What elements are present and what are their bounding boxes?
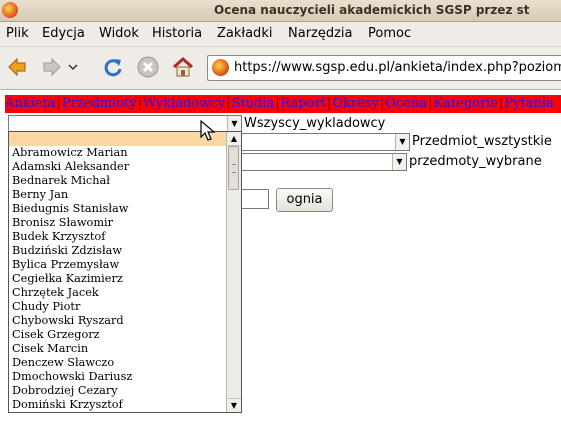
menu-widok[interactable]: Widok — [99, 26, 139, 41]
nav-ocena[interactable]: Ocena — [385, 96, 427, 111]
dropdown-option[interactable]: Bronisz Sławomir — [9, 216, 227, 230]
submit-button[interactable]: ognia — [276, 188, 333, 212]
nav-separator: | — [499, 96, 504, 111]
dropdown-option[interactable]: Cisek Grzegorz — [9, 328, 227, 342]
text-input[interactable] — [238, 189, 269, 209]
scroll-down-icon[interactable]: ▼ — [227, 398, 241, 412]
subjects-selected-select[interactable]: ▼ — [240, 153, 407, 171]
nav-separator: | — [275, 96, 280, 111]
url-bar[interactable] — [207, 55, 561, 81]
forward-arrow-icon[interactable] — [37, 52, 67, 82]
lecturer-dropdown-list[interactable]: Abramowicz Marian Adamski Aleksander Bed… — [8, 131, 242, 413]
dropdown-option[interactable]: Chudy Piotr — [9, 300, 227, 314]
nav-raport[interactable]: Raport — [281, 96, 326, 111]
nav-kategorie[interactable]: Kategorie — [433, 96, 498, 111]
dropdown-option[interactable]: Biedugnis Stanisław — [9, 202, 227, 216]
dropdown-option[interactable]: Berny Jan — [9, 188, 227, 202]
dropdown-option[interactable]: Cegiełka Kazimierz — [9, 272, 227, 286]
back-arrow-icon[interactable] — [2, 52, 32, 82]
menu-plik[interactable]: Plik — [6, 26, 29, 41]
nav-pytania[interactable]: Pytania — [504, 96, 553, 111]
history-dropdown-icon[interactable] — [66, 52, 80, 82]
menu-pomoc[interactable]: Pomoc — [368, 26, 411, 41]
subjects-selected-label: przedmoty_wybrane — [409, 154, 542, 169]
dropdown-option[interactable]: Cisek Marcin — [9, 342, 227, 356]
lecturer-select-label: Wszyscy_wykladowcy — [244, 116, 386, 131]
menu-historia[interactable]: Historia — [152, 26, 202, 41]
scroll-up-icon[interactable]: ▲ — [227, 132, 241, 146]
nav-separator: | — [56, 96, 61, 111]
url-input[interactable] — [234, 58, 561, 76]
nav-studia[interactable]: Studia — [231, 96, 274, 111]
dropdown-option[interactable]: Budek Krzysztof — [9, 230, 227, 244]
nav-separator: | — [226, 96, 231, 111]
window-titlebar: Ocena nauczycieli akademickich SGSP prze… — [0, 0, 561, 22]
dropdown-option[interactable]: Chybowski Ryszard — [9, 314, 227, 328]
nav-okresy[interactable]: Okresy — [332, 96, 378, 111]
window-title: Ocena nauczycieli akademickich SGSP prze… — [214, 3, 530, 17]
nav-ankieta[interactable]: Ankieta — [5, 96, 55, 111]
dropdown-option[interactable]: Budziński Zdzisław — [9, 244, 227, 258]
mouse-cursor-icon — [200, 120, 216, 141]
dropdown-option[interactable]: Bylica Przemysław — [9, 258, 227, 272]
chevron-down-icon[interactable]: ▼ — [227, 116, 241, 132]
nav-separator: | — [137, 96, 142, 111]
menubar: Plik Edycja Widok Historia Zakładki Narz… — [0, 22, 561, 47]
dropdown-option[interactable]: Domiński Krzysztof — [9, 398, 227, 412]
nav-separator: | — [327, 96, 332, 111]
nav-separator: | — [379, 96, 385, 111]
reload-icon[interactable] — [98, 52, 128, 82]
dropdown-option[interactable]: Dmochowski Dariusz — [9, 370, 227, 384]
menu-narzedzia[interactable]: Narzędzia — [288, 26, 353, 41]
nav-separator: | — [428, 96, 433, 111]
dropdown-option[interactable]: Dobrodziej Cezary — [9, 384, 227, 398]
chevron-down-icon[interactable]: ▼ — [395, 134, 409, 150]
dropdown-option[interactable]: Chrzętek Jacek — [9, 286, 227, 300]
nav-przedmioty[interactable]: Przedmioty — [62, 96, 137, 111]
chevron-down-icon[interactable]: ▼ — [392, 154, 406, 170]
page-nav-bar: Ankieta|Przedmioty|Wykladowcy|Studia|Rap… — [5, 95, 561, 113]
dropdown-options: Abramowicz Marian Adamski Aleksander Bed… — [9, 132, 227, 412]
firefox-icon — [2, 2, 18, 18]
dropdown-option[interactable]: Adamski Aleksander — [9, 160, 227, 174]
scroll-thumb[interactable] — [228, 146, 239, 190]
dropdown-option[interactable]: Bednarek Michał — [9, 174, 227, 188]
subject-select-label: Przedmiot_wsztystkie — [412, 134, 552, 149]
menu-zakladki[interactable]: Zakładki — [217, 26, 272, 41]
nav-wykladowcy[interactable]: Wykladowcy — [143, 96, 225, 111]
menu-edycja[interactable]: Edycja — [42, 26, 85, 41]
home-icon[interactable] — [168, 52, 198, 82]
dropdown-option-empty[interactable] — [9, 132, 227, 146]
dropdown-scrollbar[interactable]: ▲ ▼ — [226, 132, 241, 412]
dropdown-option[interactable]: Abramowicz Marian — [9, 146, 227, 160]
dropdown-option[interactable]: Denczew Sławczo — [9, 356, 227, 370]
site-favicon — [212, 59, 229, 76]
navigation-toolbar — [0, 47, 561, 90]
subject-select[interactable]: ▼ — [240, 133, 410, 151]
stop-icon[interactable] — [133, 52, 163, 82]
